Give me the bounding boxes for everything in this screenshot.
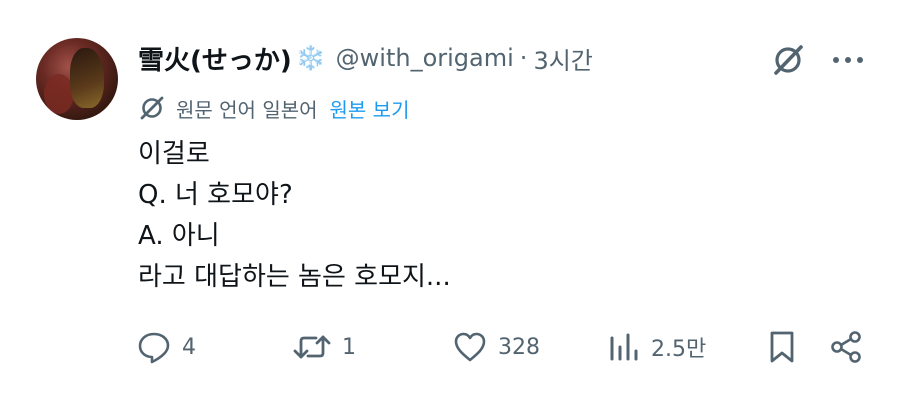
- avatar[interactable]: [36, 38, 118, 120]
- retweet-icon: [293, 335, 331, 359]
- translation-bar: 원문 언어 일본어 원본 보기: [138, 92, 409, 124]
- views-icon: [610, 333, 638, 361]
- reply-count: 4: [182, 334, 196, 360]
- tweet-line: A. 아니: [138, 221, 220, 251]
- tweet-line: 라고 대답하는 놈은 호모지...: [138, 262, 451, 292]
- snowflake-emoji: ❄️: [295, 44, 326, 72]
- heart-icon: [454, 332, 486, 362]
- bookmark-button[interactable]: [766, 325, 798, 369]
- show-original-link[interactable]: 원본 보기: [330, 94, 410, 123]
- retweet-button[interactable]: 1: [292, 325, 356, 369]
- like-count: 328: [498, 334, 540, 360]
- action-bar: 4 1 328 2.5만: [0, 325, 900, 369]
- share-button[interactable]: [828, 325, 864, 369]
- bookmark-icon: [770, 331, 794, 363]
- tweet-header: 雪火(せっか) ❄️ @with_origami · 3시간: [138, 40, 593, 76]
- grok-icon[interactable]: [770, 42, 806, 78]
- share-icon: [831, 331, 861, 363]
- tweet-text: 이걸로 Q. 너 호모야? A. 아니 라고 대답하는 놈은 호모지...: [138, 134, 858, 298]
- separator-dot: ·: [519, 44, 528, 72]
- translation-note: 원문 언어 일본어: [176, 97, 318, 122]
- reply-button[interactable]: 4: [136, 325, 196, 369]
- more-icon[interactable]: [828, 42, 868, 78]
- views-count: 2.5만: [651, 337, 707, 362]
- tweet-line: 이걸로: [138, 139, 210, 169]
- reply-icon: [138, 332, 170, 364]
- display-name[interactable]: 雪火(せっか): [138, 40, 292, 77]
- timestamp[interactable]: 3시간: [533, 41, 592, 76]
- translate-icon: [140, 96, 164, 120]
- retweet-count: 1: [342, 334, 356, 360]
- like-button[interactable]: 328: [452, 325, 540, 369]
- views-button[interactable]: 2.5만: [607, 325, 706, 369]
- tweet-line: Q. 너 호모야?: [138, 180, 293, 210]
- user-handle[interactable]: @with_origami: [336, 44, 514, 72]
